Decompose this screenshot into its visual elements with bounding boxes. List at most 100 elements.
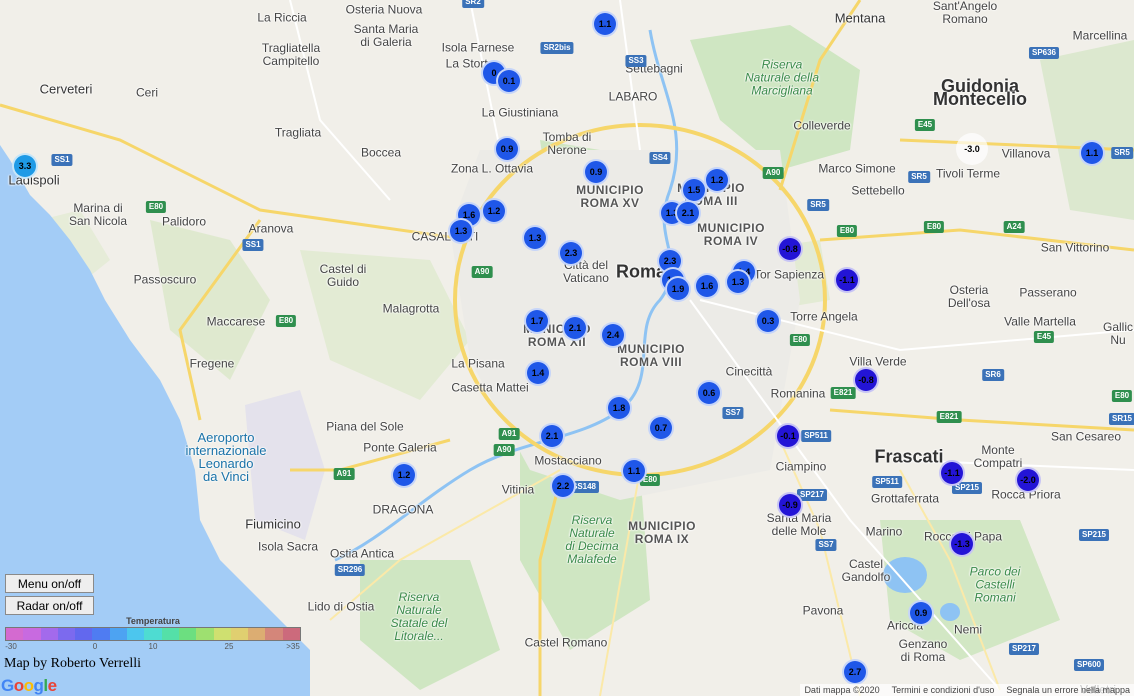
road-shield: E80 [923,221,945,233]
road-shield: A24 [1003,221,1025,233]
temperature-marker[interactable]: -1.1 [939,460,965,486]
legend-swatch [23,628,41,640]
road-shield: E80 [836,225,858,237]
road-shield: E821 [936,411,962,423]
temperature-marker[interactable]: -3.0 [956,133,988,165]
temperature-marker[interactable]: 1.6 [694,273,720,299]
legend-swatch [40,628,58,640]
road-shield: SP215 [1078,529,1110,541]
road-shield: SP636 [1028,47,1060,59]
road-shield: E45 [1033,331,1055,343]
road-shield: SS1 [51,154,73,166]
map-canvas[interactable]: La Riccia Osteria Nuova Santa Maria di Gale… [0,0,1134,696]
legend-swatch [75,628,93,640]
road-shield: SR2 [462,0,484,8]
legend-swatch [230,628,249,640]
temperature-marker[interactable]: 2.1 [675,200,701,226]
temperature-marker[interactable]: -0.8 [853,367,879,393]
legend-title: Temperatura [126,616,180,626]
temperature-marker[interactable]: 0.9 [494,136,520,162]
legend-swatch [248,628,266,640]
road-shield: E45 [914,119,936,131]
road-shield: E80 [789,334,811,346]
temperature-marker[interactable]: 0.9 [583,159,609,185]
temperature-marker[interactable]: 2.7 [842,659,868,685]
legend-swatch [127,628,145,640]
legend-swatch [265,628,283,640]
google-logo-letter: e [47,676,57,695]
road-shield: SS7 [815,539,837,551]
road-shield: E821 [830,387,856,399]
temperature-marker[interactable]: 1.7 [524,308,550,334]
legend-swatch [144,628,162,640]
menu-toggle-button[interactable]: Menu on/off [5,574,94,593]
road-shield: SS1 [242,239,264,251]
road-shield: SR6 [982,369,1004,381]
road-shield: SR5 [908,171,930,183]
temperature-marker[interactable]: 2.1 [562,315,588,341]
road-shield: SR15 [1108,413,1134,425]
road-shield: SR5 [807,199,829,211]
legend-tick-label: 10 [148,642,158,651]
temperature-marker[interactable]: 2.1 [539,423,565,449]
author-credit: Map by Roberto Verrelli [4,656,141,671]
road-shield: A91 [498,428,520,440]
legend-color-scale [5,627,301,641]
map-attribution: Dati mappa ©2020 Termini e condizioni d'u… [800,684,1134,696]
legend-swatch [213,628,231,640]
temperature-marker[interactable]: 2.4 [600,322,626,348]
temperature-marker[interactable]: 1.3 [448,218,474,244]
temperature-marker[interactable]: 2.3 [558,240,584,266]
attribution-link[interactable]: Termini e condizioni d'uso [892,685,995,695]
google-logo-letter: o [13,676,24,695]
temperature-marker[interactable]: -0.1 [775,423,801,449]
attribution-link: Dati mappa ©2020 [804,685,880,695]
temperature-marker[interactable]: 1.4 [525,360,551,386]
google-logo-letter: g [33,676,44,695]
temperature-marker[interactable]: 1.1 [1079,140,1105,166]
legend-tick-label: -30 [5,642,17,651]
radar-toggle-button[interactable]: Radar on/off [5,596,94,615]
temperature-marker[interactable]: -1.1 [834,267,860,293]
temperature-marker[interactable]: 1.1 [621,458,647,484]
temperature-marker[interactable]: -1.3 [949,531,975,557]
attribution-link[interactable]: Segnala un errore nella mappa [1006,685,1130,695]
road-shield: E80 [145,201,167,213]
temperature-marker[interactable]: 2.2 [550,473,576,499]
temperature-marker[interactable]: 1.3 [725,269,751,295]
google-logo-letter: o [23,676,34,695]
temperature-marker[interactable]: 1.5 [681,177,707,203]
temperature-legend: Temperatura -30 0 10 25 >35 [5,616,301,654]
road-shield: SP217 [1008,643,1040,655]
road-shield: SP511 [801,430,831,442]
legend-swatch [282,628,301,640]
legend-swatch [178,628,197,640]
road-shield: SP600 [1073,659,1105,671]
temperature-marker[interactable]: 0.9 [908,600,934,626]
temperature-marker[interactable]: 0.1 [496,68,522,94]
temperature-marker[interactable]: -0.9 [777,492,803,518]
temperature-marker[interactable]: 1.1 [592,11,618,37]
temperature-marker[interactable]: 1.2 [391,462,417,488]
temperature-marker[interactable]: 3.3 [12,153,38,179]
temperature-marker[interactable]: 1.2 [481,198,507,224]
road-shield: SS3 [625,55,647,67]
road-shield: SR2bis [540,42,574,54]
legend-tick-label: >35 [286,642,300,651]
road-shield: A91 [333,468,355,480]
temperature-marker[interactable]: 1.8 [606,395,632,421]
road-shield: A90 [762,167,784,179]
road-shield: E80 [1111,390,1133,402]
google-logo: Google [1,676,57,696]
temperature-marker[interactable]: 1.2 [704,167,730,193]
temperature-marker[interactable]: -2.0 [1015,467,1041,493]
legend-swatch [6,628,24,640]
temperature-marker[interactable]: 0.3 [755,308,781,334]
temperature-marker[interactable]: 0.6 [696,380,722,406]
temperature-marker[interactable]: 1.3 [522,225,548,251]
temperature-marker[interactable]: 1.9 [665,276,691,302]
road-shield: SR296 [334,564,366,576]
temperature-marker[interactable]: -0.8 [777,236,803,262]
legend-tick-label: 25 [224,642,234,651]
temperature-marker[interactable]: 0.7 [648,415,674,441]
